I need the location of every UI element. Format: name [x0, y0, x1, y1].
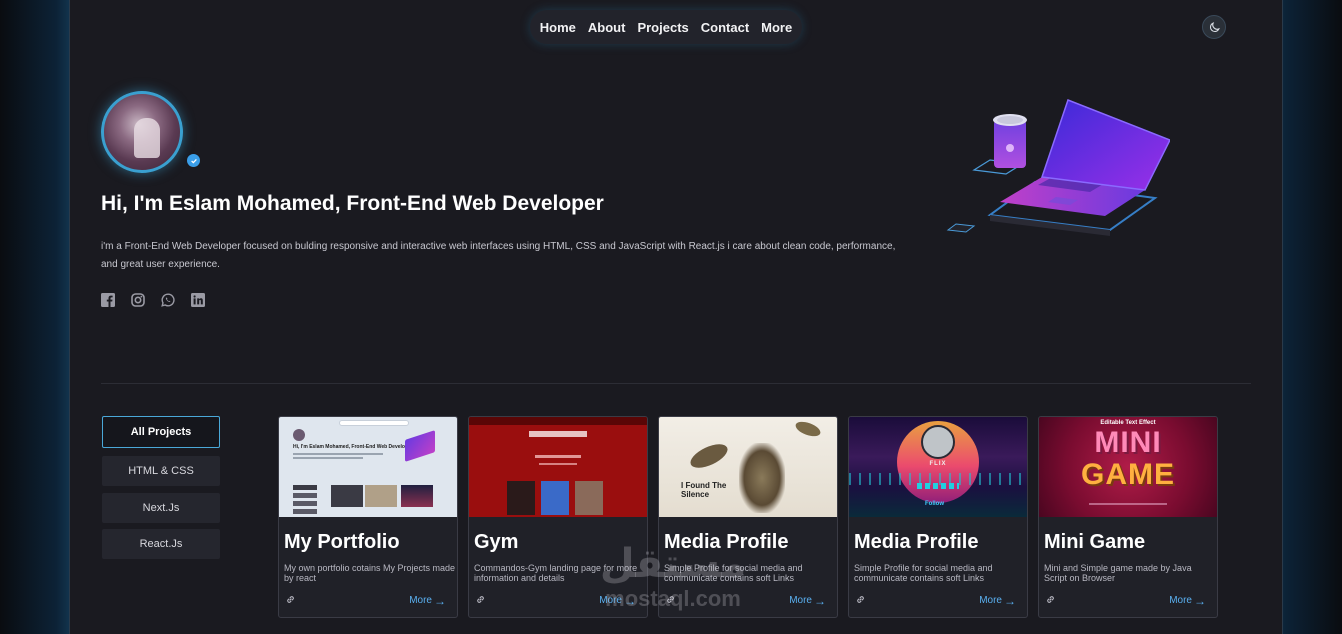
thumbnail-game: GAME: [1081, 458, 1175, 491]
filter-nextjs[interactable]: Next.Js: [102, 493, 220, 523]
filter-all-projects[interactable]: All Projects: [102, 416, 220, 448]
project-title: Gym: [474, 531, 519, 553]
link-icon[interactable]: [1045, 594, 1056, 605]
hero-title: Hi, I'm Eslam Mohamed, Front-End Web Dev…: [101, 192, 604, 215]
project-thumbnail: Hi, I'm Eslam Mohamed, Front-End Web Dev…: [279, 417, 457, 517]
project-description: Simple Profile for social media and comm…: [854, 563, 993, 583]
nav-about[interactable]: About: [586, 20, 628, 35]
link-icon[interactable]: [285, 594, 296, 605]
project-thumbnail: [469, 417, 647, 517]
theme-toggle-button[interactable]: [1202, 15, 1226, 39]
more-label: More: [789, 595, 812, 606]
whatsapp-icon: [161, 293, 175, 307]
filter-html-css[interactable]: HTML & CSS: [102, 456, 220, 486]
whatsapp-link[interactable]: [161, 293, 175, 307]
nav-contact[interactable]: Contact: [699, 20, 751, 35]
thumbnail-heading: Hi, I'm Eslam Mohamed, Front-End Web Dev…: [293, 444, 413, 450]
project-thumbnail: I Found The Silence: [659, 417, 837, 517]
more-link[interactable]: More →: [1169, 593, 1206, 608]
project-title: My Portfolio: [284, 531, 400, 553]
thumbnail-follow: Follow: [925, 501, 944, 507]
arrow-right-icon: →: [1194, 593, 1206, 608]
linkedin-link[interactable]: [191, 293, 205, 307]
more-label: More: [1169, 595, 1192, 606]
project-description: Simple Profile for social media and comm…: [664, 563, 803, 583]
more-link[interactable]: More →: [979, 593, 1016, 608]
profile-avatar: [101, 91, 183, 173]
project-title: Media Profile: [854, 531, 979, 553]
left-glow: [0, 0, 70, 634]
portfolio-page: Home About Projects Contact More Hi, I'm…: [69, 0, 1283, 634]
project-card-my-portfolio[interactable]: Hi, I'm Eslam Mohamed, Front-End Web Dev…: [278, 416, 458, 618]
nav-home[interactable]: Home: [538, 20, 578, 35]
instagram-link[interactable]: [131, 293, 145, 307]
verified-badge-icon: [187, 154, 200, 167]
section-divider: [101, 383, 1251, 384]
thumbnail-tagline: I Found The Silence: [681, 481, 727, 499]
project-card-mini-game[interactable]: Editable Text Effect MINI GAME Mini Game…: [1038, 416, 1218, 618]
linkedin-icon: [191, 293, 205, 307]
top-navigation: Home About Projects Contact More: [530, 10, 802, 44]
project-card-media-profile-2[interactable]: FLIX Follow Media Profile Simple Profile…: [848, 416, 1028, 618]
facebook-icon: [101, 293, 115, 307]
moon-icon: [1209, 21, 1220, 32]
nav-projects[interactable]: Projects: [635, 20, 690, 35]
project-card-media-profile-1[interactable]: I Found The Silence Media Profile Simple…: [658, 416, 838, 618]
avatar-photo: [134, 118, 160, 158]
project-description: Mini and Simple game made by Java Script…: [1044, 563, 1192, 583]
link-icon[interactable]: [665, 594, 676, 605]
arrow-right-icon: →: [624, 593, 636, 608]
arrow-right-icon: →: [1004, 593, 1016, 608]
link-icon[interactable]: [855, 594, 866, 605]
arrow-right-icon: →: [434, 593, 446, 608]
thumbnail-mini: MINI: [1094, 426, 1162, 459]
more-link[interactable]: More →: [409, 593, 446, 608]
more-label: More: [599, 595, 622, 606]
project-card-gym[interactable]: Gym Commandos-Gym landing page for more …: [468, 416, 648, 618]
facebook-link[interactable]: [101, 293, 115, 307]
filter-reactjs[interactable]: React.Js: [102, 529, 220, 559]
more-link[interactable]: More →: [789, 593, 826, 608]
laptop-illustration: [946, 99, 1170, 236]
arrow-right-icon: →: [814, 593, 826, 608]
nav-more[interactable]: More: [759, 20, 794, 35]
social-links: [101, 293, 205, 307]
link-icon[interactable]: [475, 594, 486, 605]
project-title: Media Profile: [664, 531, 789, 553]
project-thumbnail: FLIX Follow: [849, 417, 1027, 517]
more-link[interactable]: More →: [599, 593, 636, 608]
project-title: Mini Game: [1044, 531, 1146, 553]
project-description: My own portfolio cotains My Projects mad…: [284, 563, 456, 583]
instagram-icon: [131, 293, 145, 307]
thumbnail-brand: FLIX: [929, 461, 947, 467]
project-description: Commandos-Gym landing page for more info…: [474, 563, 638, 583]
more-label: More: [979, 595, 1002, 606]
hero-description: i'm a Front-End Web Developer focused on…: [101, 241, 896, 270]
project-thumbnail: Editable Text Effect MINI GAME: [1039, 417, 1217, 517]
more-label: More: [409, 595, 432, 606]
